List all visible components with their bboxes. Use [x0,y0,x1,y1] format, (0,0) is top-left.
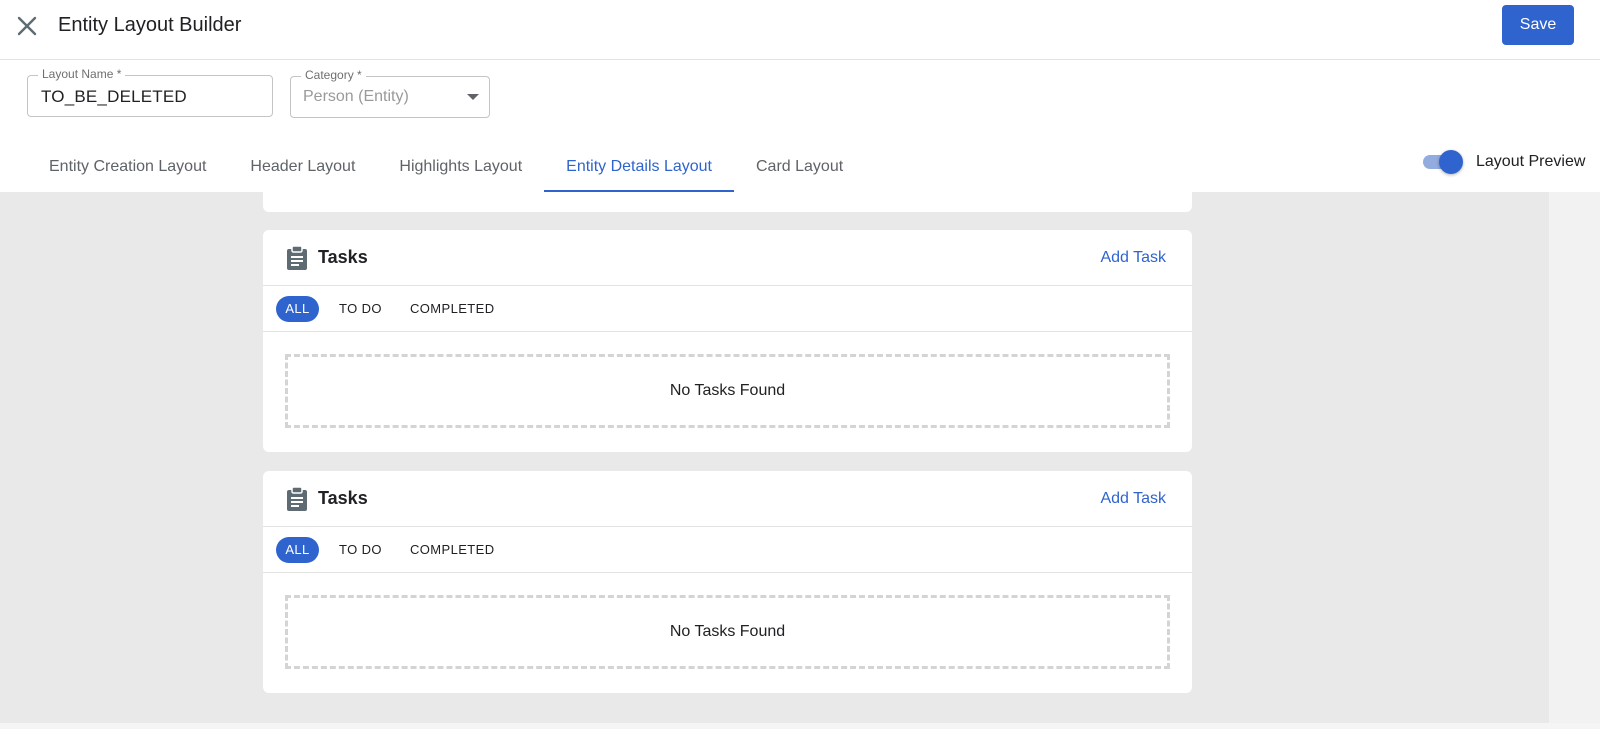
layout-preview-control: Layout Preview [1421,150,1586,174]
task-filters: ALL TO DO COMPLETED [263,286,1192,332]
tab-entity-details-layout[interactable]: Entity Details Layout [544,142,734,192]
category-label: Category * [301,68,366,82]
empty-state: No Tasks Found [285,354,1170,428]
layout-name-field[interactable]: Layout Name * TO_BE_DELETED [27,67,273,117]
add-task-link[interactable]: Add Task [1100,249,1166,267]
previous-card-bottom [263,192,1192,212]
empty-state: No Tasks Found [285,595,1170,669]
clipboard-icon [285,245,309,271]
tasks-card: Tasks Add Task ALL TO DO COMPLETED No Ta… [263,230,1192,452]
clipboard-icon [285,486,309,512]
filter-completed[interactable]: COMPLETED [410,537,495,563]
filter-all[interactable]: ALL [276,537,319,563]
card-header: Tasks Add Task [263,471,1192,527]
card-header: Tasks Add Task [263,230,1192,286]
category-value: Person (Entity) [303,88,409,105]
top-bar: Entity Layout Builder Save [0,0,1600,60]
add-task-link[interactable]: Add Task [1100,490,1166,508]
layout-tabs: Entity Creation Layout Header Layout Hig… [27,142,865,192]
dropdown-arrow-icon[interactable] [467,94,479,100]
tab-highlights-layout[interactable]: Highlights Layout [377,142,544,192]
toggle-knob [1439,150,1463,174]
card-title: Tasks [318,488,368,508]
filter-completed[interactable]: COMPLETED [410,296,495,322]
filter-to-do[interactable]: TO DO [339,537,382,563]
layout-preview-label: Layout Preview [1476,153,1586,170]
page-title: Entity Layout Builder [58,14,242,36]
filter-all[interactable]: ALL [276,296,319,322]
layout-preview-toggle[interactable] [1421,150,1463,174]
save-button[interactable]: Save [1502,5,1574,45]
task-filters: ALL TO DO COMPLETED [263,527,1192,573]
side-panel-edge [1549,192,1600,723]
tasks-card: Tasks Add Task ALL TO DO COMPLETED No Ta… [263,471,1192,693]
layout-name-value[interactable]: TO_BE_DELETED [41,87,187,107]
filter-to-do[interactable]: TO DO [339,296,382,322]
tab-header-layout[interactable]: Header Layout [228,142,377,192]
layout-name-label: Layout Name * [38,67,126,81]
category-select[interactable]: Category * Person (Entity) [290,68,490,118]
tab-card-layout[interactable]: Card Layout [734,142,865,192]
close-icon[interactable] [12,11,42,41]
tab-entity-creation-layout[interactable]: Entity Creation Layout [27,142,228,192]
page-bottom-edge [0,723,1600,729]
layout-canvas: Tasks Add Task ALL TO DO COMPLETED No Ta… [0,192,1600,723]
card-title: Tasks [318,247,368,267]
